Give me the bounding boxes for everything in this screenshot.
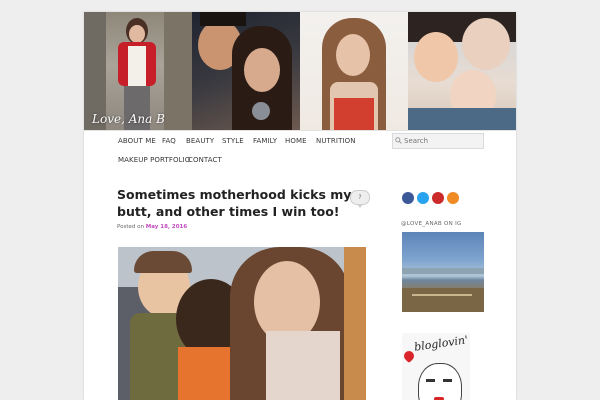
post-date-link[interactable]: May 18, 2016	[146, 224, 187, 230]
youtube-icon[interactable]	[432, 192, 444, 204]
post-title[interactable]: Sometimes motherhood kicks my butt, and …	[117, 186, 352, 220]
header-photo-3	[300, 12, 408, 130]
nav-item-home[interactable]: HOME	[285, 137, 307, 145]
page-container: Love, Ana B ABOUT ME FAQ BEAUTY STYLE FA…	[84, 12, 516, 400]
bloglovin-text: bloglovin'	[413, 333, 469, 354]
nav-item-family[interactable]: FAMILY	[253, 137, 277, 145]
nav-item-about-me[interactable]: ABOUT ME	[118, 137, 156, 145]
instagram-image[interactable]	[402, 232, 484, 312]
nav-item-contact[interactable]: CONTACT	[188, 156, 222, 164]
search-box[interactable]	[392, 133, 484, 149]
nav-item-faq[interactable]: FAQ	[162, 137, 176, 145]
nav-item-beauty[interactable]: BEAUTY	[186, 137, 214, 145]
post-featured-image[interactable]	[118, 247, 366, 400]
header-banner[interactable]: Love, Ana B	[84, 12, 516, 130]
header-photo-2	[192, 12, 300, 130]
nav-item-makeup-portfolio[interactable]: MAKEUP PORTFOLIO	[118, 156, 190, 164]
post-meta: Posted on May 18, 2016	[117, 224, 187, 230]
nav-item-nutrition[interactable]: NUTRITION	[316, 137, 356, 145]
site-title: Love, Ana B	[92, 112, 165, 126]
twitter-icon[interactable]	[417, 192, 429, 204]
bloglovin-badge[interactable]: bloglovin'	[402, 333, 470, 400]
comment-count-bubble[interactable]: ?	[350, 190, 370, 208]
facebook-icon[interactable]	[402, 192, 414, 204]
main-navigation: ABOUT ME FAQ BEAUTY STYLE FAMILY HOME NU…	[84, 130, 516, 177]
nav-item-style[interactable]: STYLE	[222, 137, 244, 145]
search-icon	[395, 137, 402, 144]
instagram-widget-title: @LOVE_ANAB ON IG	[401, 221, 462, 227]
header-photo-4	[408, 12, 516, 130]
posted-on-label: Posted on	[117, 224, 144, 230]
search-input[interactable]	[404, 134, 480, 148]
rss-icon[interactable]	[447, 192, 459, 204]
